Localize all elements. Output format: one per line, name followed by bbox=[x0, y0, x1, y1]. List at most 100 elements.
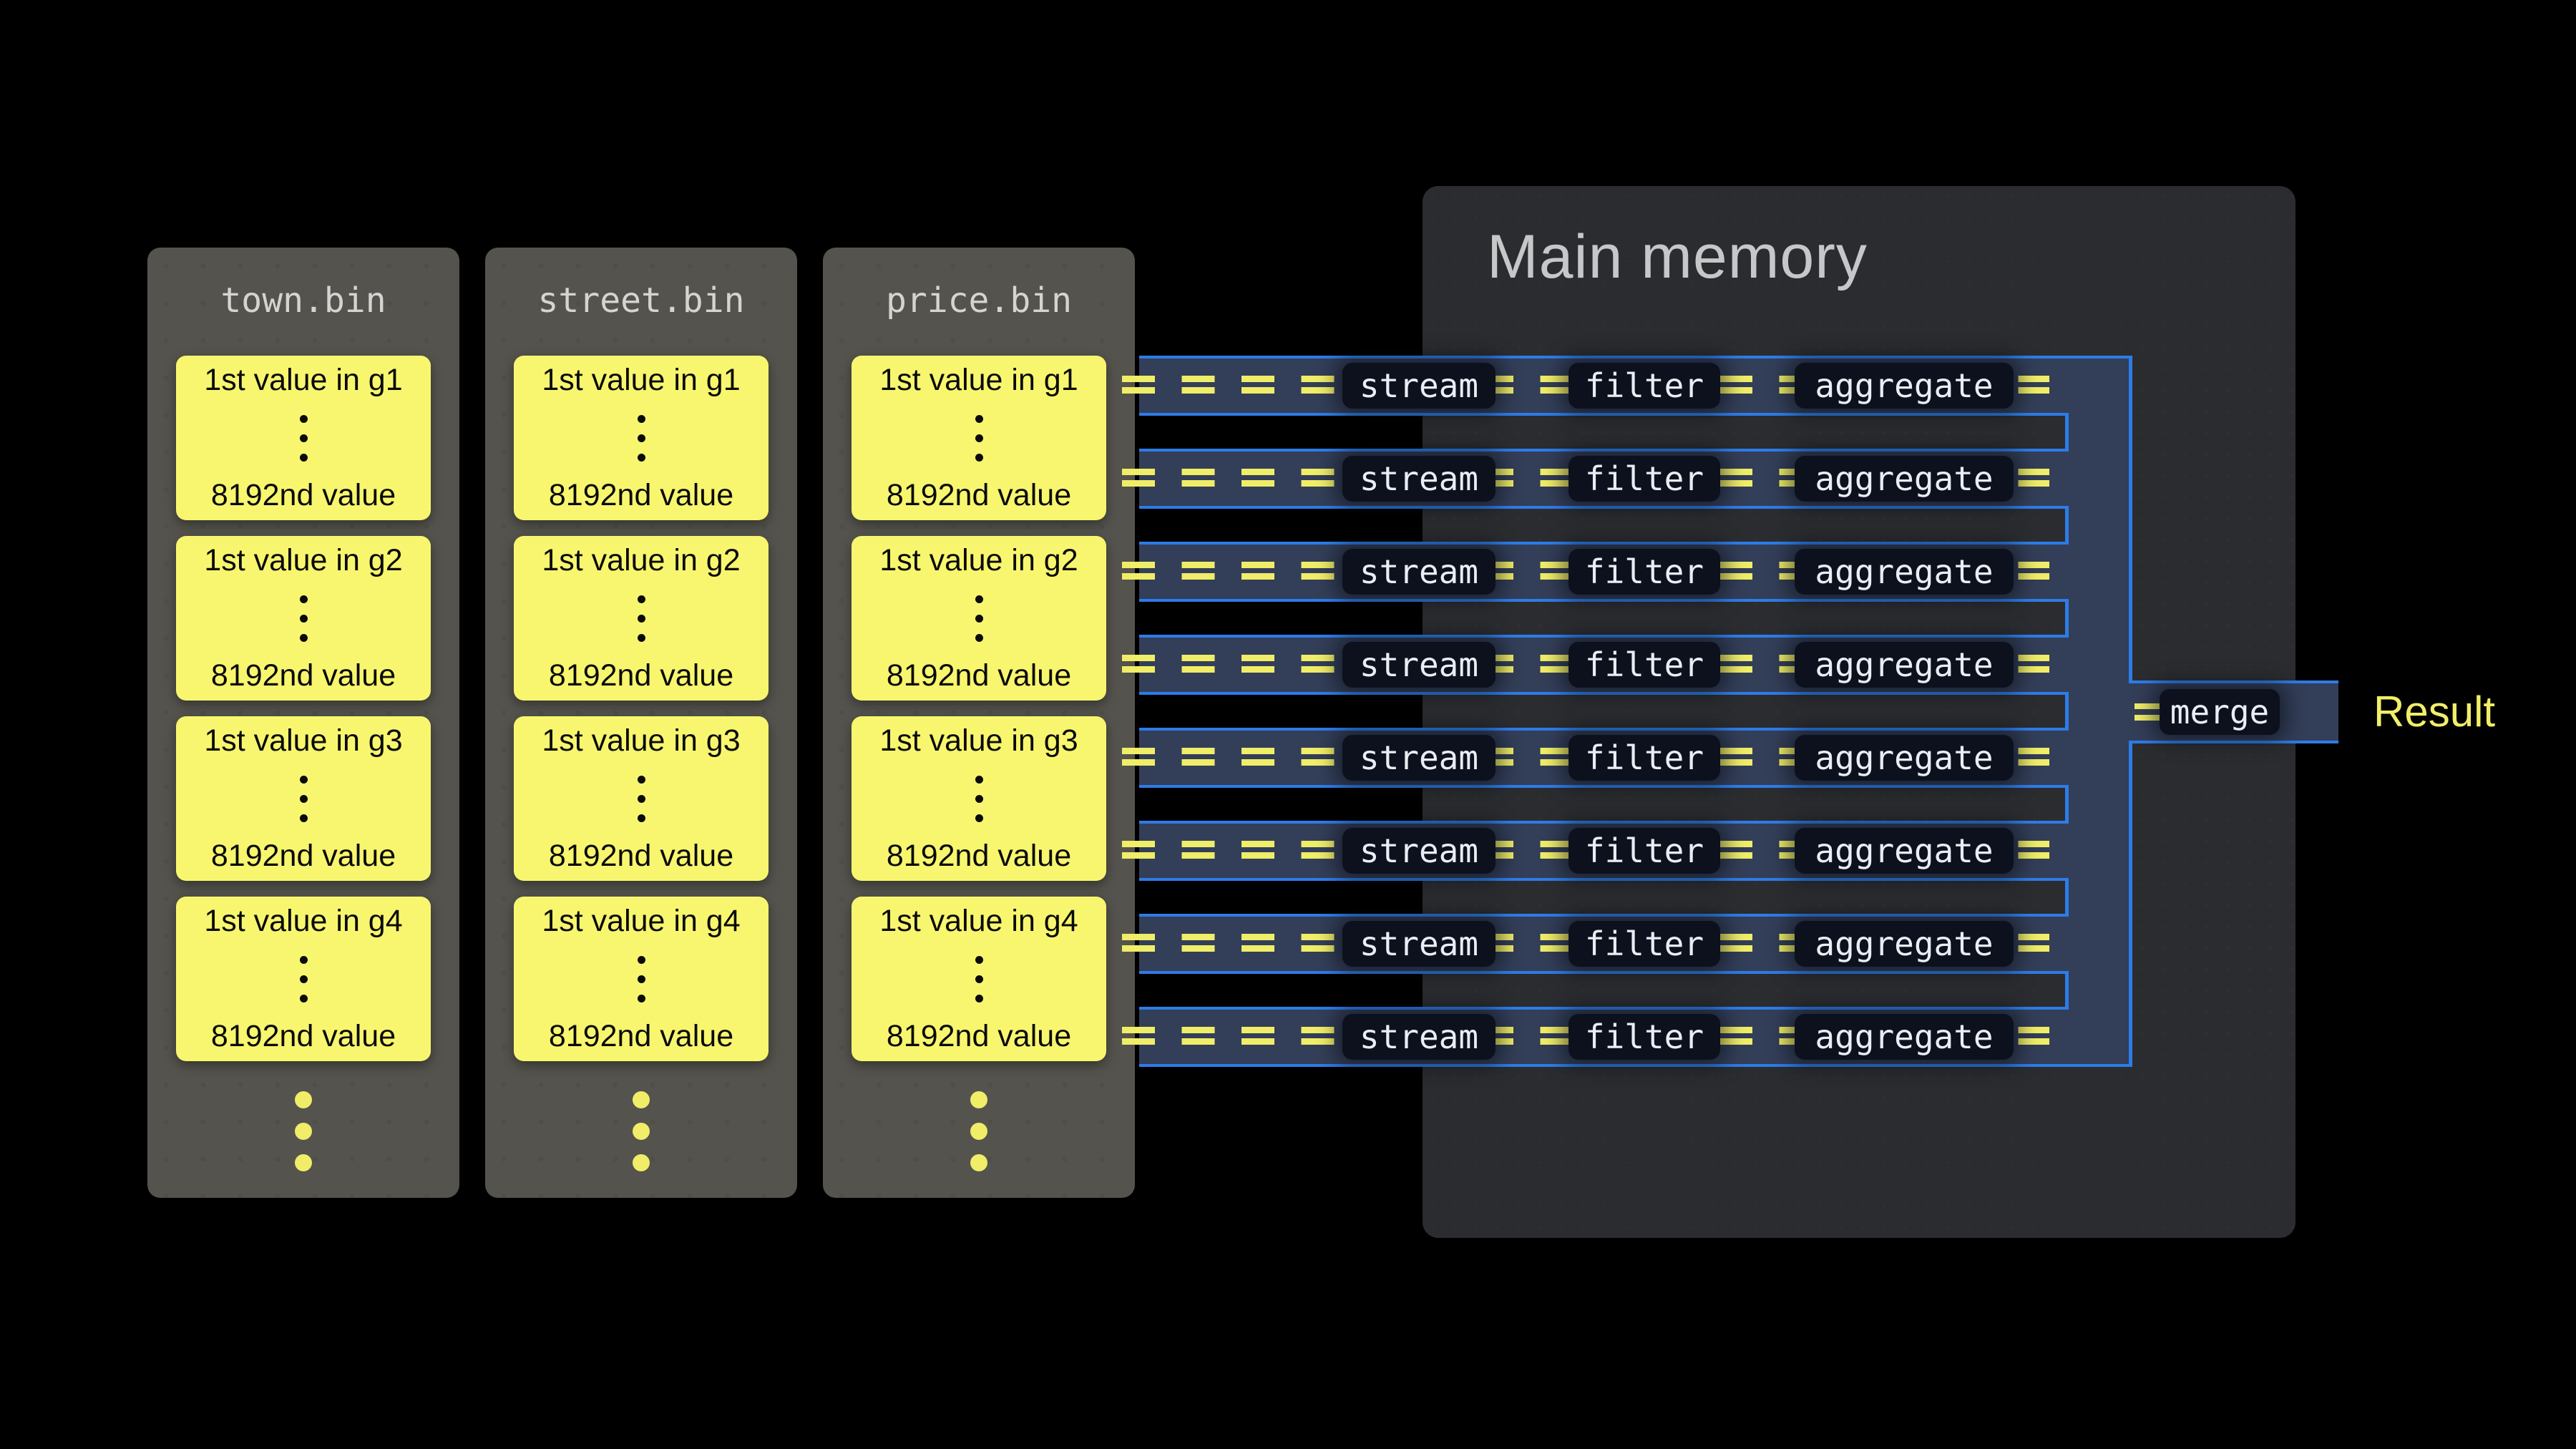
pipeline-row: streamfilteraggregate bbox=[1139, 449, 2069, 509]
aggregate-node: aggregate bbox=[1795, 642, 2014, 688]
dot bbox=[300, 776, 308, 784]
aggregate-node: aggregate bbox=[1795, 735, 2014, 781]
pipeline-row: stream filter aggregate bbox=[1139, 635, 2069, 695]
pipeline-outer-border-top-edge bbox=[2069, 356, 2132, 358]
pipeline-row: streamfilteraggregate bbox=[1139, 728, 2069, 788]
filter-node: filter bbox=[1568, 549, 1720, 595]
file-more-dots bbox=[970, 1091, 987, 1108]
filter-node: filter bbox=[1568, 921, 1720, 967]
result-label: Result bbox=[2373, 680, 2495, 743]
stream-node: stream bbox=[1342, 642, 1496, 688]
value-block: 1st value in g48192nd value bbox=[176, 897, 431, 1061]
row-border-line bbox=[1139, 635, 2069, 638]
block-first-value-label: 1st value in g3 bbox=[542, 723, 740, 758]
stream-node: stream bbox=[1342, 549, 1496, 595]
value-block: 1st value in g28192nd value bbox=[176, 536, 431, 701]
filter-node: filter bbox=[1568, 456, 1720, 502]
block-last-value-label: 8192nd value bbox=[887, 1019, 1071, 1054]
dot bbox=[638, 595, 645, 603]
ellipsis-dots bbox=[975, 956, 983, 1002]
pipeline-row: streamfilteraggregate bbox=[1139, 914, 2069, 974]
aggregate-node: aggregate bbox=[1795, 363, 2014, 409]
pipeline-outer-border-bottom-edge bbox=[2069, 1064, 2132, 1067]
dot bbox=[638, 975, 645, 983]
aggregate-node: aggregate bbox=[1795, 549, 2014, 595]
row-border-line bbox=[1139, 1007, 2069, 1010]
dot bbox=[975, 995, 983, 1002]
value-block: 1st value in g38192nd value bbox=[514, 716, 769, 881]
dot bbox=[975, 634, 983, 642]
filter-node: filter bbox=[1568, 735, 1720, 781]
ellipsis-dots bbox=[975, 595, 983, 642]
block-first-value-label: 1st value in g2 bbox=[542, 543, 740, 578]
filter-node: filter bbox=[1568, 363, 1720, 409]
dot bbox=[975, 956, 983, 964]
block-last-value-label: 8192nd value bbox=[887, 658, 1071, 693]
value-block: 1st value in g48192nd value bbox=[852, 897, 1106, 1061]
row-border-line bbox=[1139, 413, 2069, 416]
row-border-line bbox=[1139, 728, 2069, 731]
dot bbox=[300, 795, 308, 803]
block-first-value-label: 1st value in g4 bbox=[542, 904, 740, 939]
row-border-line bbox=[1139, 971, 2069, 974]
file-more-dots bbox=[633, 1123, 650, 1140]
block-first-value-label: 1st value in g2 bbox=[204, 543, 402, 578]
filter-node: filter bbox=[1568, 642, 1720, 688]
dot bbox=[638, 434, 645, 442]
pipeline-outer-border-bottom bbox=[2129, 743, 2132, 1067]
block-first-value-label: 1st value in g3 bbox=[879, 723, 1078, 758]
block-first-value-label: 1st value in g3 bbox=[204, 723, 402, 758]
aggregate-node: aggregate bbox=[1795, 828, 2014, 874]
file-card-header: town.bin bbox=[147, 280, 459, 321]
pipeline-row: streamfilteraggregate bbox=[1139, 821, 2069, 881]
dot bbox=[638, 795, 645, 803]
block-last-value-label: 8192nd value bbox=[211, 839, 396, 874]
dot bbox=[638, 956, 645, 964]
dot bbox=[638, 995, 645, 1002]
file-more-dots bbox=[970, 1123, 987, 1140]
aggregate-node: aggregate bbox=[1795, 921, 2014, 967]
file-card: town.bin1st value in g18192nd value1st v… bbox=[147, 248, 459, 1198]
ellipsis-dots bbox=[300, 415, 308, 462]
file-card-header: street.bin bbox=[485, 280, 797, 321]
dot bbox=[638, 615, 645, 623]
file-more-dots bbox=[970, 1154, 987, 1171]
ellipsis-dots bbox=[975, 776, 983, 822]
dot bbox=[975, 595, 983, 603]
row-border-line bbox=[1139, 692, 2069, 695]
row-border-line bbox=[1139, 449, 2069, 452]
ellipsis-dots bbox=[638, 595, 645, 642]
file-card-header: price.bin bbox=[823, 280, 1135, 321]
block-last-value-label: 8192nd value bbox=[549, 478, 733, 513]
value-block: 1st value in g2 8192nd value bbox=[852, 536, 1106, 701]
pipeline-row: stream filter aggregate bbox=[1139, 542, 2069, 602]
dot bbox=[300, 434, 308, 442]
merge-band-border bbox=[2129, 741, 2338, 743]
row-border-line bbox=[1139, 599, 2069, 602]
stream-node: stream bbox=[1342, 456, 1496, 502]
value-block: 1st value in g18192nd value bbox=[852, 356, 1106, 520]
file-more-dots bbox=[295, 1154, 312, 1171]
dot bbox=[638, 814, 645, 822]
block-first-value-label: 1st value in g1 bbox=[879, 363, 1078, 398]
block-first-value-label: 1st value in g1 bbox=[204, 363, 402, 398]
stream-node: stream bbox=[1342, 1014, 1496, 1060]
merge-band: merge bbox=[2129, 680, 2338, 743]
ellipsis-dots bbox=[300, 956, 308, 1002]
merge-band-border bbox=[2129, 680, 2338, 683]
value-block: 1st value in g1 8192nd value bbox=[514, 356, 769, 520]
dot bbox=[638, 634, 645, 642]
dot bbox=[300, 956, 308, 964]
row-border-line bbox=[1139, 1064, 2069, 1067]
value-block: 1st value in g48192nd value bbox=[514, 897, 769, 1061]
dot bbox=[975, 454, 983, 462]
dot bbox=[300, 975, 308, 983]
aggregate-node: aggregate bbox=[1795, 1014, 2014, 1060]
pipeline-bus-strip bbox=[2069, 358, 2129, 1064]
dot bbox=[975, 975, 983, 983]
row-border-line bbox=[1139, 821, 2069, 824]
value-block: 1st value in g3 8192nd value bbox=[176, 716, 431, 881]
dot bbox=[975, 415, 983, 423]
block-first-value-label: 1st value in g1 bbox=[542, 363, 740, 398]
block-first-value-label: 1st value in g2 bbox=[879, 543, 1078, 578]
